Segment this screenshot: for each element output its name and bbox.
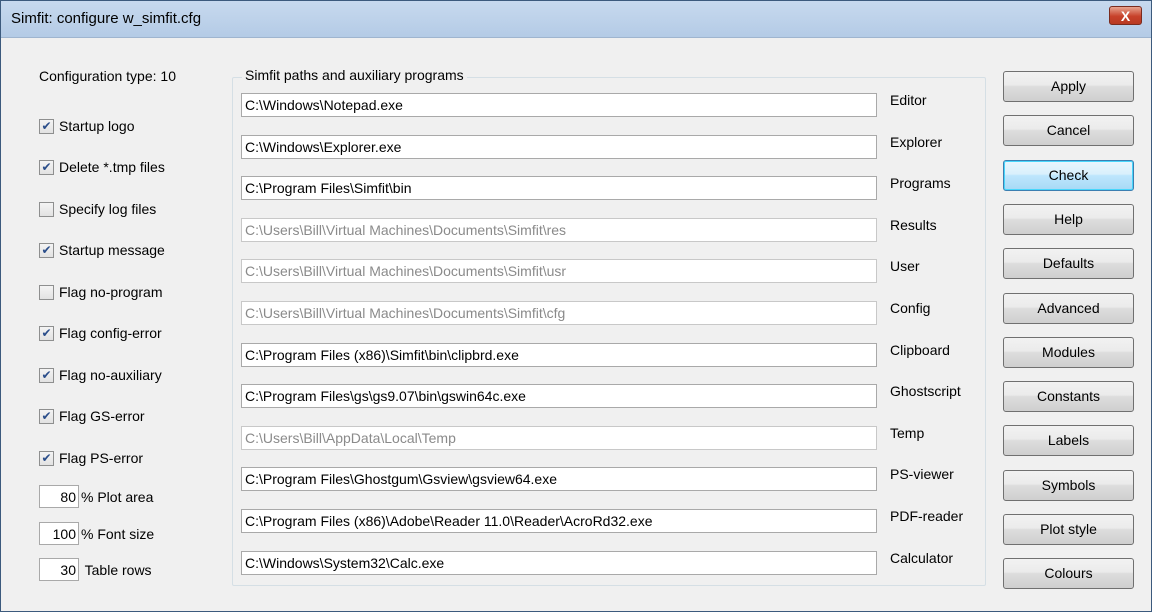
- checkbox-row[interactable]: ✔ Flag GS-error: [39, 407, 145, 425]
- numeric-setting: 30 Table rows: [39, 557, 152, 582]
- path-label: Programs: [890, 175, 951, 191]
- path-label: Ghostscript: [890, 383, 961, 399]
- checkbox-label: Flag no-program: [59, 284, 163, 300]
- path-input[interactable]: C:\Windows\System32\Calc.exe: [241, 551, 877, 575]
- checkbox-row[interactable]: ✔ Flag config-error: [39, 324, 162, 342]
- checkbox-checked-icon[interactable]: ✔: [39, 408, 54, 424]
- checkbox-label: Startup logo: [59, 118, 135, 134]
- path-input[interactable]: C:\Program Files\Ghostgum\Gsview\gsview6…: [241, 467, 877, 491]
- path-label: Temp: [890, 425, 925, 441]
- numeric-label: % Font size: [81, 525, 155, 542]
- numeric-setting: 80% Plot area: [39, 484, 153, 509]
- path-input: C:\Users\Bill\Virtual Machines\Documents…: [241, 259, 877, 283]
- paths-group-legend: Simfit paths and auxiliary programs: [242, 67, 467, 83]
- numeric-input[interactable]: 80: [39, 485, 79, 508]
- checkbox-checked-icon[interactable]: ✔: [39, 159, 54, 175]
- numeric-label: % Plot area: [81, 488, 154, 505]
- colours-button[interactable]: Colours: [1003, 558, 1134, 589]
- checkbox-checked-icon[interactable]: ✔: [39, 450, 54, 466]
- help-button[interactable]: Help: [1003, 204, 1134, 235]
- check-button[interactable]: Check: [1003, 160, 1134, 191]
- path-input: C:\Users\Bill\Virtual Machines\Documents…: [241, 301, 877, 325]
- path-input: C:\Users\Bill\Virtual Machines\Documents…: [241, 218, 877, 242]
- path-label: Results: [890, 217, 937, 233]
- checkbox-label: Specify log files: [59, 201, 157, 217]
- checkbox-checked-icon[interactable]: ✔: [39, 325, 54, 341]
- path-label: Calculator: [890, 550, 954, 566]
- modules-button[interactable]: Modules: [1003, 337, 1134, 368]
- path-input[interactable]: C:\Program Files (x86)\Adobe\Reader 11.0…: [241, 509, 877, 533]
- checkbox-row[interactable]: ✔ Flag PS-error: [39, 449, 143, 467]
- checkbox-row[interactable]: ✔ Delete *.tmp files: [39, 158, 165, 176]
- path-input[interactable]: C:\Windows\Notepad.exe: [241, 93, 877, 117]
- checkbox-row[interactable]: ✔ Startup logo: [39, 117, 135, 135]
- path-label: Config: [890, 300, 931, 316]
- constants-button[interactable]: Constants: [1003, 381, 1134, 412]
- title-bar: Simfit: configure w_simfit.cfg X: [1, 1, 1151, 38]
- path-label: Editor: [890, 92, 927, 108]
- symbols-button[interactable]: Symbols: [1003, 470, 1134, 501]
- path-label: PDF-reader: [890, 508, 964, 524]
- checkbox-checked-icon[interactable]: ✔: [39, 367, 54, 383]
- checkbox-label: Flag GS-error: [59, 408, 145, 424]
- numeric-input[interactable]: 100: [39, 522, 79, 545]
- checkbox-unchecked-icon[interactable]: [39, 201, 54, 217]
- path-input: C:\Users\Bill\AppData\Local\Temp: [241, 426, 877, 450]
- path-label: Clipboard: [890, 342, 950, 358]
- path-input[interactable]: C:\Program Files\gs\gs9.07\bin\gswin64c.…: [241, 384, 877, 408]
- apply-button[interactable]: Apply: [1003, 71, 1134, 102]
- path-label: Explorer: [890, 134, 943, 150]
- numeric-input[interactable]: 30: [39, 558, 79, 581]
- window-title: Simfit: configure w_simfit.cfg: [11, 10, 202, 27]
- path-input[interactable]: C:\Program Files\Simfit\bin: [241, 176, 877, 200]
- cancel-button[interactable]: Cancel: [1003, 115, 1134, 146]
- numeric-label: Table rows: [81, 561, 152, 578]
- defaults-button[interactable]: Defaults: [1003, 248, 1134, 279]
- close-button[interactable]: X: [1109, 6, 1142, 25]
- plot-style-button[interactable]: Plot style: [1003, 514, 1134, 545]
- checkbox-label: Startup message: [59, 242, 165, 258]
- checkbox-row[interactable]: Flag no-program: [39, 283, 163, 301]
- checkbox-checked-icon[interactable]: ✔: [39, 242, 54, 258]
- path-input[interactable]: C:\Program Files (x86)\Simfit\bin\clipbr…: [241, 343, 877, 367]
- checkbox-label: Flag no-auxiliary: [59, 367, 162, 383]
- path-input[interactable]: C:\Windows\Explorer.exe: [241, 135, 877, 159]
- checkbox-label: Flag config-error: [59, 325, 162, 341]
- checkbox-checked-icon[interactable]: ✔: [39, 118, 54, 134]
- configuration-type-label: Configuration type: 10: [39, 68, 176, 84]
- checkbox-unchecked-icon[interactable]: [39, 284, 54, 300]
- configure-dialog: Simfit: configure w_simfit.cfg X Configu…: [0, 0, 1152, 612]
- checkbox-label: Flag PS-error: [59, 450, 144, 466]
- checkbox-row[interactable]: Specify log files: [39, 200, 156, 218]
- path-label: PS-viewer: [890, 466, 954, 482]
- numeric-setting: 100% Font size: [39, 521, 154, 546]
- checkbox-label: Delete *.tmp files: [59, 159, 165, 175]
- checkbox-row[interactable]: ✔ Flag no-auxiliary: [39, 366, 162, 384]
- labels-button[interactable]: Labels: [1003, 425, 1134, 456]
- path-label: User: [890, 258, 920, 274]
- advanced-button[interactable]: Advanced: [1003, 293, 1134, 324]
- checkbox-row[interactable]: ✔ Startup message: [39, 241, 165, 259]
